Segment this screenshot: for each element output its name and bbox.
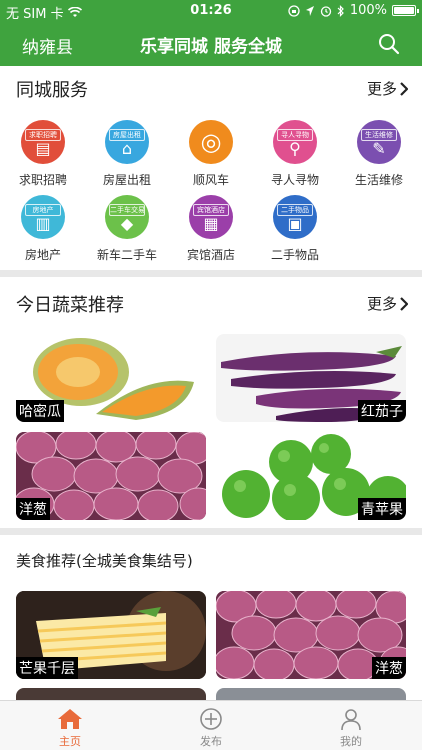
tab-mine[interactable]: 我的 — [311, 707, 391, 749]
user-icon — [341, 709, 361, 731]
service-item[interactable]: 房屋出租 ⌂ 房屋出租 — [85, 120, 169, 196]
veg-card-melon[interactable]: 哈密瓜 — [16, 334, 206, 422]
status-bar: 无 SIM 卡 01:26 100% — [0, 0, 422, 22]
service-glyph-icon: ▦ — [203, 214, 219, 233]
home-icon — [58, 709, 82, 729]
tab-label: 主页 — [59, 735, 81, 748]
tab-bar: 主页 发布 我的 — [0, 700, 422, 750]
page-title: 乐享同城 服务全城 — [140, 37, 282, 57]
service-label: 寻人寻物 — [270, 173, 319, 187]
veg-caption: 红茄子 — [358, 400, 406, 422]
food-card-mango-crepe[interactable]: 芒果千层 — [16, 591, 206, 679]
service-glyph-icon: ▥ — [35, 214, 51, 233]
battery-icon — [392, 5, 419, 16]
vegetables-title: 今日蔬菜推荐 — [16, 295, 124, 316]
battery-percent: 100% — [349, 3, 387, 18]
service-label: 求职招聘 — [18, 173, 67, 187]
service-icon: 求职招聘 ▤ — [21, 120, 65, 164]
services-header: 同城服务 更多 — [0, 70, 422, 106]
tab-label: 我的 — [340, 735, 362, 748]
service-item[interactable]: 宾馆酒店 ▦ 宾馆酒店 — [169, 195, 253, 271]
service-item[interactable]: 房地产 ▥ 房地产 — [1, 195, 85, 271]
veg-caption: 洋葱 — [16, 498, 50, 520]
chevron-right-icon — [400, 296, 408, 311]
bluetooth-icon — [337, 4, 344, 17]
plus-circle-icon — [200, 708, 222, 730]
service-label: 宾馆酒店 — [186, 248, 235, 262]
status-indicators: 100% — [288, 3, 419, 18]
service-glyph-icon: ▤ — [35, 139, 51, 158]
vegetables-header: 今日蔬菜推荐 更多 — [0, 285, 422, 321]
service-label: 顺风车 — [192, 173, 229, 187]
service-item[interactable]: 寻人寻物 ⚲ 寻人寻物 — [253, 120, 337, 196]
section-divider — [0, 270, 422, 277]
veg-card-eggplant[interactable]: 红茄子 — [216, 334, 406, 422]
service-glyph-icon: ▣ — [287, 214, 303, 233]
nav-bar: 纳雍县 乐享同城 服务全城 — [0, 22, 422, 66]
service-label: 新车二手车 — [96, 248, 157, 262]
section-divider — [0, 528, 422, 535]
veg-caption: 青苹果 — [358, 498, 406, 520]
veg-card-onion[interactable]: 洋葱 — [16, 432, 206, 520]
food-header: 美食推荐(全城美食集结号) — [0, 544, 422, 580]
alarm-icon — [320, 5, 331, 17]
veg-card-apple[interactable]: 青苹果 — [216, 432, 406, 520]
food-card-partial[interactable] — [216, 688, 406, 700]
service-icon: ◎ — [189, 120, 233, 164]
service-glyph-icon: ✎ — [372, 139, 386, 158]
service-label: 房地产 — [24, 248, 61, 262]
services-title: 同城服务 — [16, 80, 88, 101]
service-glyph-icon: ⌂ — [121, 139, 133, 158]
service-glyph-icon: ◎ — [200, 128, 222, 156]
service-item[interactable]: ◎ 顺风车 — [169, 120, 253, 196]
tab-label: 发布 — [200, 735, 222, 748]
service-icon: 生活维修 ✎ — [357, 120, 401, 164]
location-icon — [305, 5, 314, 16]
service-icon: 房地产 ▥ — [21, 195, 65, 239]
services-more-button[interactable]: 更多 — [367, 78, 408, 99]
food-caption: 洋葱 — [372, 657, 406, 679]
food-card-partial[interactable] — [16, 688, 206, 700]
search-icon[interactable] — [378, 33, 400, 55]
service-glyph-icon: ◆ — [120, 214, 134, 233]
service-item[interactable]: 二手物品 ▣ 二手物品 — [253, 195, 337, 271]
tab-publish[interactable]: 发布 — [171, 707, 251, 749]
service-item[interactable]: 求职招聘 ▤ 求职招聘 — [1, 120, 85, 196]
service-icon: 二手物品 ▣ — [273, 195, 317, 239]
lock-rotation-icon — [288, 4, 300, 17]
food-caption: 芒果千层 — [16, 657, 78, 679]
more-label: 更多 — [366, 80, 397, 98]
service-icon: 二手车交易 ◆ — [105, 195, 149, 239]
chevron-right-icon — [400, 81, 408, 96]
service-icon: 寻人寻物 ⚲ — [273, 120, 317, 164]
service-icon: 宾馆酒店 ▦ — [189, 195, 233, 239]
service-glyph-icon: ⚲ — [289, 139, 301, 158]
food-card-onion[interactable]: 洋葱 — [216, 591, 406, 679]
service-item[interactable]: 二手车交易 ◆ 新车二手车 — [85, 195, 169, 271]
more-label: 更多 — [366, 295, 397, 313]
service-label: 二手物品 — [270, 248, 319, 262]
service-label: 房屋出租 — [102, 173, 151, 187]
service-item[interactable]: 生活维修 ✎ 生活维修 — [337, 120, 421, 196]
service-icon: 房屋出租 ⌂ — [105, 120, 149, 164]
tab-home[interactable]: 主页 — [30, 707, 110, 749]
food-title: 美食推荐(全城美食集结号) — [16, 552, 193, 570]
veg-caption: 哈密瓜 — [16, 400, 64, 422]
service-label: 生活维修 — [354, 173, 403, 187]
vegetables-more-button[interactable]: 更多 — [367, 293, 408, 314]
